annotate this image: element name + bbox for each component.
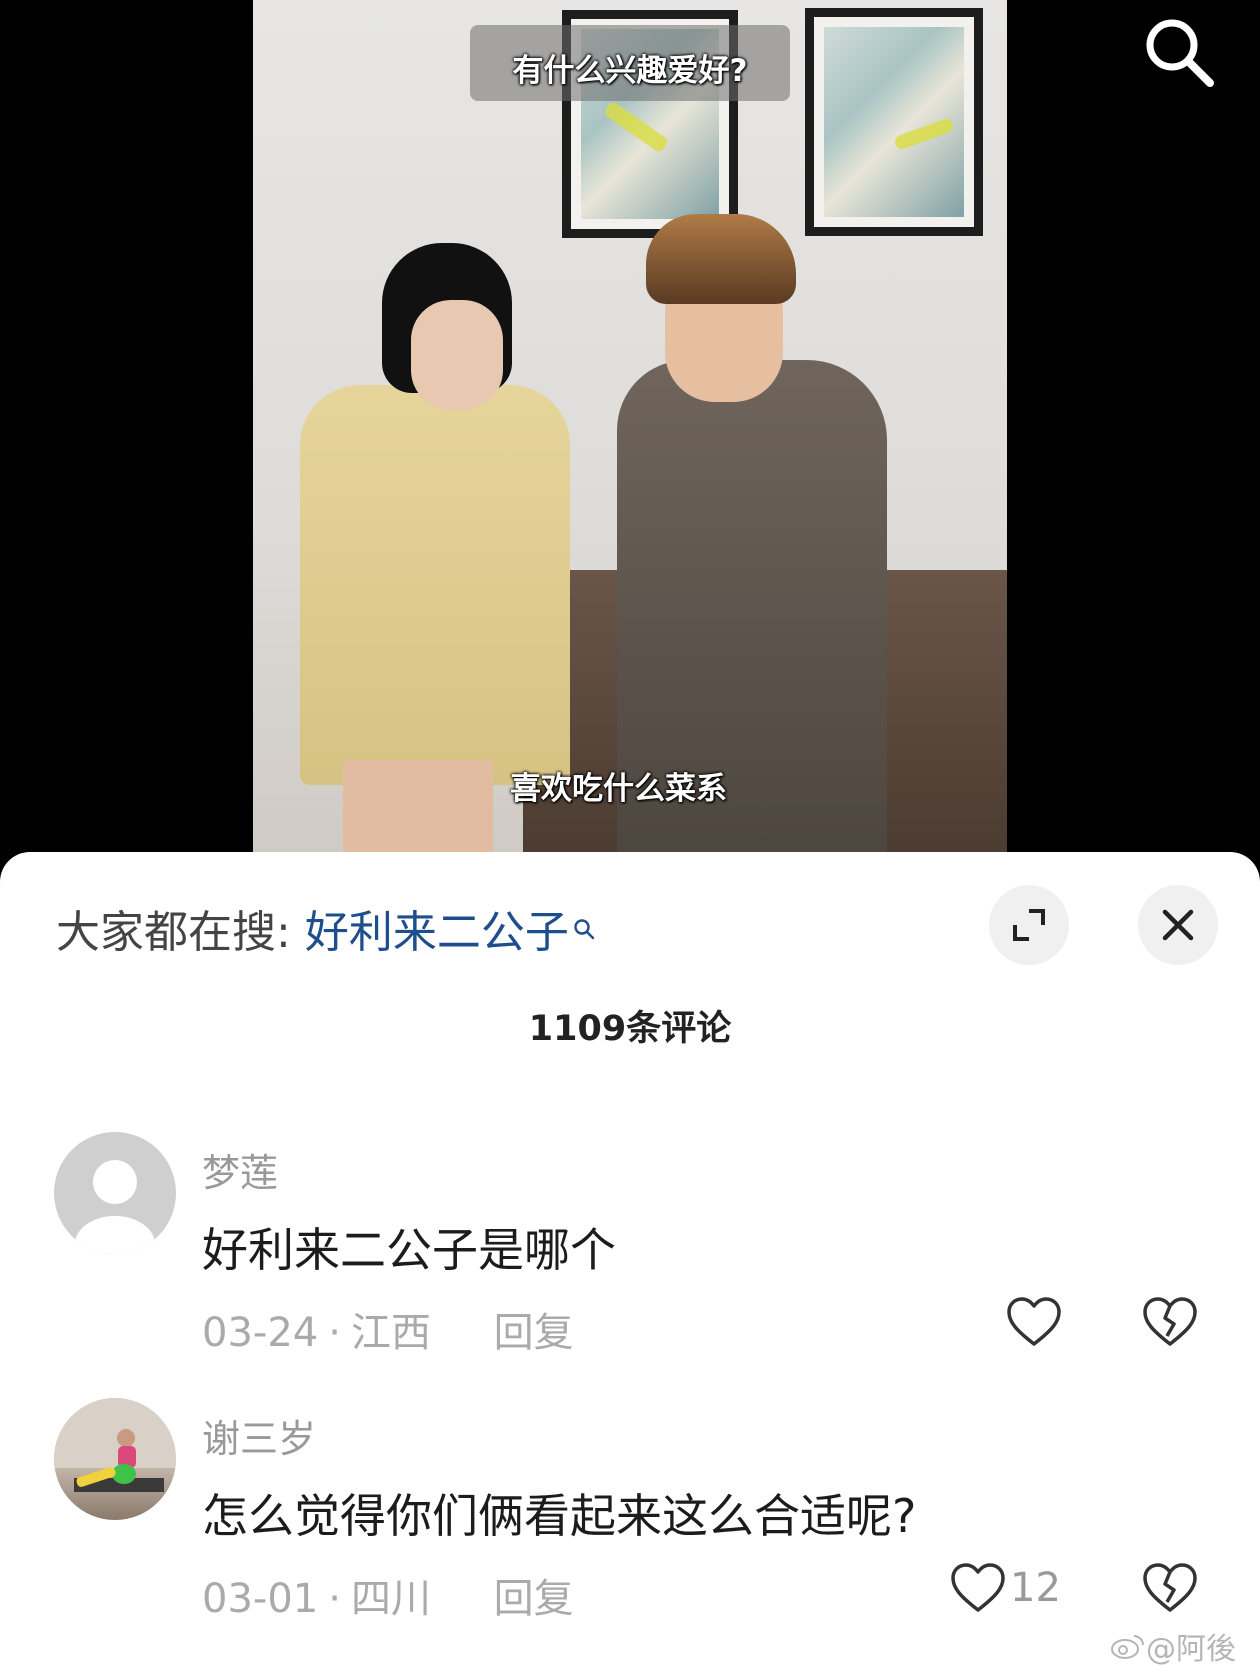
close-icon bbox=[1162, 909, 1194, 941]
search-icon bbox=[1146, 19, 1214, 87]
avatar[interactable] bbox=[54, 1132, 176, 1254]
video-caption-bottom: 喜欢吃什么菜系 bbox=[510, 771, 727, 807]
like-button[interactable]: 12 bbox=[950, 1562, 1061, 1614]
person-right-hair bbox=[646, 214, 796, 304]
hot-search-keyword[interactable]: 好利来二公子 bbox=[305, 907, 569, 958]
wall-painting-right bbox=[805, 8, 983, 236]
default-avatar-icon bbox=[75, 1160, 155, 1254]
person-left-coat bbox=[300, 385, 570, 785]
dislike-button[interactable] bbox=[1142, 1562, 1198, 1618]
meta-separator: · bbox=[328, 1310, 341, 1356]
hot-search-bar: 大家都在搜: 好利来二公子 bbox=[56, 896, 595, 960]
comment-count: 1109条评论 bbox=[528, 1009, 732, 1049]
meta-separator: · bbox=[328, 1576, 341, 1622]
reply-button[interactable]: 回复 bbox=[494, 1310, 574, 1356]
comment-location: 四川 bbox=[350, 1576, 431, 1622]
comment-meta: 03-24 · 江西 回复 bbox=[202, 1300, 574, 1358]
watermark-text: @阿後 bbox=[1146, 1632, 1236, 1667]
comment-date: 03-01 bbox=[202, 1576, 319, 1622]
broken-heart-icon bbox=[1143, 1563, 1197, 1612]
video-caption-top: 有什么兴趣爱好? bbox=[470, 25, 790, 101]
dislike-button[interactable] bbox=[1142, 1296, 1198, 1352]
watermark: @阿後 bbox=[1110, 1624, 1236, 1668]
search-button[interactable] bbox=[1142, 15, 1216, 89]
video-frame bbox=[253, 0, 1007, 860]
comment-username[interactable]: 梦莲 bbox=[202, 1142, 278, 1197]
like-count: 12 bbox=[1010, 1565, 1061, 1611]
hot-search-prefix: 大家都在搜: bbox=[56, 907, 291, 958]
comment-meta: 03-01 · 四川 回复 bbox=[202, 1566, 574, 1624]
comment-text: 怎么觉得你们俩看起来这么合适呢? bbox=[202, 1489, 917, 1543]
weibo-logo-icon bbox=[1111, 1635, 1144, 1659]
comment-username[interactable]: 谢三岁 bbox=[202, 1408, 316, 1463]
comment-text: 好利来二公子是哪个 bbox=[202, 1223, 616, 1277]
heart-icon bbox=[951, 1563, 1005, 1612]
comment-location: 江西 bbox=[350, 1310, 431, 1356]
user-photo bbox=[54, 1398, 176, 1492]
reply-button[interactable]: 回复 bbox=[494, 1576, 574, 1622]
comment-item: 梦莲 好利来二公子是哪个 03-24 · 江西 回复 bbox=[0, 1132, 1260, 1382]
comment-date: 03-24 bbox=[202, 1310, 319, 1356]
expand-button[interactable] bbox=[989, 885, 1069, 965]
close-button[interactable] bbox=[1138, 885, 1218, 965]
comment-item: 谢三岁 怎么觉得你们俩看起来这么合适呢? 03-01 · 四川 回复 12 bbox=[0, 1398, 1260, 1648]
broken-heart-icon bbox=[1143, 1297, 1197, 1346]
avatar[interactable] bbox=[54, 1398, 176, 1520]
video-player[interactable]: 有什么兴趣爱好? 喜欢吃什么菜系 bbox=[0, 0, 1260, 860]
person-left-face bbox=[411, 300, 503, 410]
comments-sheet: 大家都在搜: 好利来二公子 1109条评论 梦莲 好利来二公子是哪个 03-24… bbox=[0, 852, 1260, 1668]
like-button[interactable] bbox=[1006, 1296, 1066, 1348]
expand-icon bbox=[1013, 909, 1045, 941]
small-search-icon bbox=[573, 900, 595, 951]
person-left-legs bbox=[343, 760, 493, 860]
heart-icon bbox=[1007, 1297, 1061, 1346]
